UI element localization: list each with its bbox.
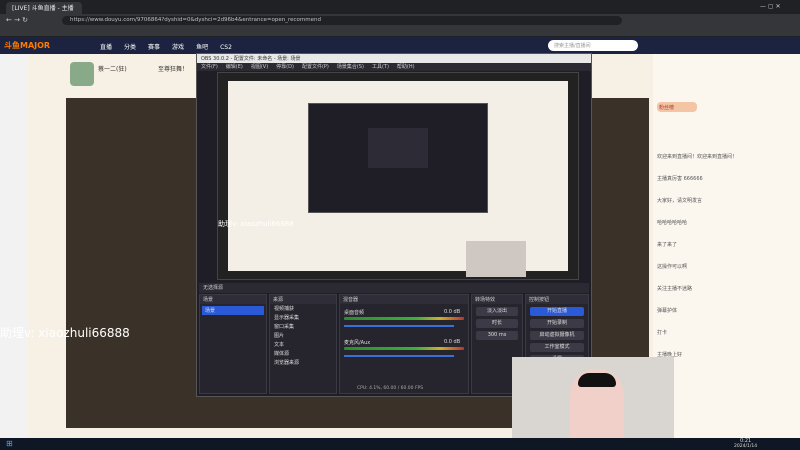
webcam-inset xyxy=(466,241,526,277)
volume-slider[interactable] xyxy=(344,355,454,357)
sources-dock: 来源 视频捕获 显示器采集 窗口采集 图片 文本 媒体源 浏览器来源 xyxy=(269,294,337,394)
taskbar: ⊞ 0:21 2024/1/14 xyxy=(0,438,800,450)
left-sidebar xyxy=(0,54,28,438)
obs-title: OBS 30.0.2 - 配置文件: 未命名 - 场景: 场景 xyxy=(197,54,591,63)
site-nav: 直播 分类 赛事 游戏 鱼吧 CS2 xyxy=(100,42,244,51)
chat-message: 大家好，请文明发言 xyxy=(657,198,703,204)
watermark: 助理v: xiaozhuli66888 xyxy=(0,326,130,340)
window-controls[interactable]: — ▢ ✕ xyxy=(760,3,794,11)
control-button[interactable]: 工作室模式 xyxy=(530,343,584,352)
volume-meter xyxy=(344,317,464,320)
nav-item[interactable]: 鱼吧 xyxy=(196,44,208,51)
back-icon[interactable]: ← → ↻ xyxy=(6,16,28,24)
obs-menu-item[interactable]: 编辑(E) xyxy=(226,64,243,70)
mixer-track-name: 麦克风/Aux xyxy=(344,340,371,346)
chat-message: 关注主播不迷路 xyxy=(657,286,693,292)
obs-menu-item[interactable]: 视图(V) xyxy=(251,64,268,70)
control-button[interactable]: 启动虚拟摄像机 xyxy=(530,331,584,340)
nav-item[interactable]: 赛事 xyxy=(148,44,160,51)
source-item[interactable]: 窗口采集 xyxy=(270,322,336,331)
obs-menu-item[interactable]: 文件(F) xyxy=(201,64,218,70)
obs-menu-item[interactable]: 工具(T) xyxy=(372,64,389,70)
obs-window: OBS 30.0.2 - 配置文件: 未命名 - 场景: 场景 文件(F) 编辑(… xyxy=(196,53,592,397)
webcam-overlay xyxy=(512,357,674,450)
volume-slider[interactable] xyxy=(344,325,454,327)
chat-panel: 粉丝榜 欢迎来到直播间！欢迎来到直播间！ 主播真厉害 666666 大家好，请文明发… xyxy=(653,54,800,438)
obs-preview[interactable]: 助理v: xiaozhuli66888 xyxy=(217,72,579,280)
obs-source-toolbar: 无选择源 xyxy=(199,283,589,293)
nav-item[interactable]: 直播 xyxy=(100,44,112,51)
chat-message: 主播晚上好 xyxy=(657,352,683,358)
mixer-dock: 混音器 桌面音频 0.0 dB 麦克风/Aux 0.0 dB xyxy=(339,294,469,394)
nav-item[interactable]: 游戏 xyxy=(172,44,184,51)
sources-dock-title: 来源 xyxy=(270,295,336,304)
obs-menu-item[interactable]: 停靠(D) xyxy=(276,64,294,70)
volume-meter xyxy=(344,347,464,350)
mixer-dock-title: 混音器 xyxy=(340,295,468,304)
mixer-track-name: 桌面音频 xyxy=(344,310,365,316)
bookmarks-bar xyxy=(0,27,800,37)
source-item[interactable]: 媒体源 xyxy=(270,349,336,358)
browser-tab[interactable]: [LIVE] 斗鱼直播 - 主播 xyxy=(6,2,82,14)
transitions-dock-title: 转场特效 xyxy=(472,295,522,304)
streamer-name: 蔡一二(狂) xyxy=(98,66,127,73)
chat-message: 主播真厉害 666666 xyxy=(657,176,703,182)
hair-shape xyxy=(578,373,616,387)
browser-tab-bar: [LIVE] 斗鱼直播 - 主播 — ▢ ✕ xyxy=(0,0,800,14)
address-bar-row: ← → ↻ https://www.douyu.com/9706864?dysh… xyxy=(0,14,800,27)
scenes-dock: 场景 场景 xyxy=(199,294,267,394)
chat-header[interactable]: 粉丝榜 xyxy=(657,102,697,112)
controls-dock-title: 控制按钮 xyxy=(526,295,588,304)
mixer-track-db: 0.0 dB xyxy=(444,339,461,345)
source-item[interactable]: 视频捕获 xyxy=(270,304,336,313)
obs-status-bar: CPU: 4.1%, 60.00 / 60.00 FPS xyxy=(357,386,424,391)
obs-menu-bar: 文件(F) 编辑(E) 视图(V) 停靠(D) 配置文件(P) 场景集合(S) 工具(T) 帮… xyxy=(197,63,591,71)
source-item[interactable]: 文本 xyxy=(270,340,336,349)
inner-watermark: 助理v: xiaozhuli66888 xyxy=(218,220,294,228)
transition-item[interactable]: 时长 xyxy=(476,319,518,328)
address-bar[interactable]: https://www.douyu.com/9706864?dyshid=0&d… xyxy=(62,16,622,25)
room-title: 至尊狂舞！ xyxy=(158,66,189,73)
nav-item[interactable]: CS2 xyxy=(220,44,232,51)
control-button[interactable]: 开始录制 xyxy=(530,319,584,328)
chat-message: 欢迎来到直播间！欢迎来到直播间！ xyxy=(657,154,738,160)
clock-date: 2024/1/14 xyxy=(734,444,758,449)
obs-menu-item[interactable]: 帮助(H) xyxy=(397,64,415,70)
nav-item[interactable]: 分类 xyxy=(124,44,136,51)
start-icon[interactable]: ⊞ xyxy=(6,439,13,448)
search-input[interactable]: 搜索主播/直播间 xyxy=(548,40,638,51)
site-header: 斗鱼MAJOR 直播 分类 赛事 游戏 鱼吧 CS2 搜索主播/直播间 xyxy=(0,37,800,54)
avatar[interactable] xyxy=(70,62,94,86)
obs-menu-item[interactable]: 场景集合(S) xyxy=(337,64,364,70)
chat-message: 哈哈哈哈哈哈 xyxy=(657,220,688,226)
obs-menu-item[interactable]: 配置文件(P) xyxy=(302,64,329,70)
scenes-dock-title: 场景 xyxy=(200,295,266,304)
site-logo[interactable]: 斗鱼MAJOR xyxy=(4,40,50,51)
scene-item[interactable]: 场景 xyxy=(202,306,264,315)
source-item[interactable]: 图片 xyxy=(270,331,336,340)
chat-message: 来了来了 xyxy=(657,242,678,248)
chat-message: 打卡 xyxy=(657,330,668,336)
chat-message: 弹幕护体 xyxy=(657,308,678,314)
source-item[interactable]: 显示器采集 xyxy=(270,313,336,322)
transition-item[interactable]: 淡入淡出 xyxy=(476,307,518,316)
transition-item[interactable]: 300 ms xyxy=(476,331,518,340)
source-item[interactable]: 浏览器来源 xyxy=(270,358,336,367)
mixer-track-db: 0.0 dB xyxy=(444,309,461,315)
control-button[interactable]: 开始直播 xyxy=(530,307,584,316)
chat-message: 这操作可以啊 xyxy=(657,264,688,270)
